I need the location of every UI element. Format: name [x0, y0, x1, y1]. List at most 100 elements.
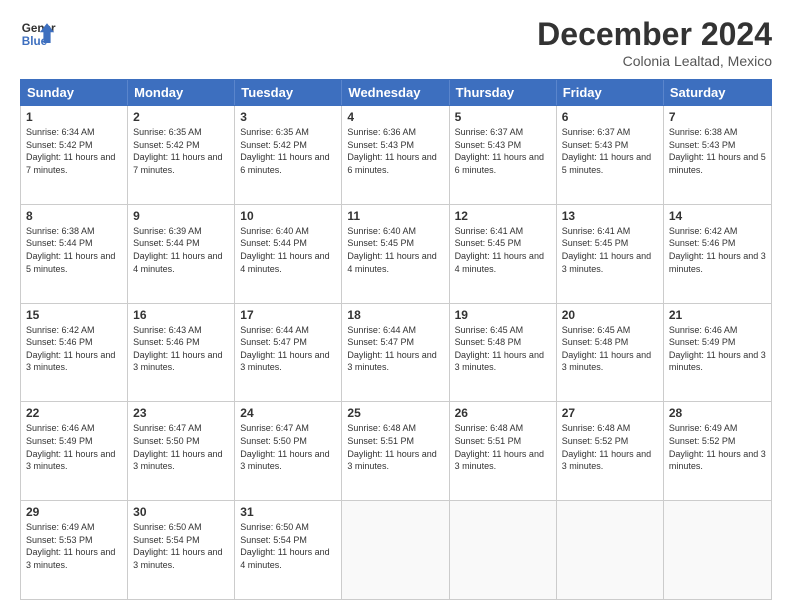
day-number: 21 — [669, 308, 766, 322]
day-cell-10: 10Sunrise: 6:40 AMSunset: 5:44 PMDayligh… — [235, 205, 342, 303]
day-of-week-wednesday: Wednesday — [342, 80, 449, 105]
day-cell-31: 31 Sunrise: 6:50 AMSunset: 5:54 PMDayligh… — [235, 501, 342, 599]
cell-info: Sunrise: 6:42 AMSunset: 5:46 PMDaylight:… — [669, 225, 766, 275]
cell-info: Sunrise: 6:48 AMSunset: 5:51 PMDaylight:… — [347, 422, 443, 472]
day-number: 7 — [669, 110, 766, 124]
day-cell-13: 13 Sunrise: 6:41 AMSunset: 5:45 PMDayligh… — [557, 205, 664, 303]
day-number: 6 — [562, 110, 658, 124]
day-number: 25 — [347, 406, 443, 420]
day-number: 19 — [455, 308, 551, 322]
calendar: SundayMondayTuesdayWednesdayThursdayFrid… — [20, 79, 772, 600]
day-cell-5: 5 Sunrise: 6:37 AMSunset: 5:43 PMDaylight… — [450, 106, 557, 204]
calendar-body: 1 Sunrise: 6:34 AMSunset: 5:42 PMDaylight… — [20, 106, 772, 600]
week-row-1: 1 Sunrise: 6:34 AMSunset: 5:42 PMDaylight… — [21, 106, 771, 205]
day-number: 30 — [133, 505, 229, 519]
day-cell-11: 11Sunrise: 6:40 AMSunset: 5:45 PMDayligh… — [342, 205, 449, 303]
cell-info: Sunrise: 6:42 AMSunset: 5:46 PMDaylight:… — [26, 324, 122, 374]
day-cell-30: 30 Sunrise: 6:50 AMSunset: 5:54 PMDayligh… — [128, 501, 235, 599]
empty-cell — [664, 501, 771, 599]
day-cell-15: 15 Sunrise: 6:42 AMSunset: 5:46 PMDayligh… — [21, 304, 128, 402]
cell-info: Sunrise: 6:35 AMSunset: 5:42 PMDaylight:… — [240, 126, 336, 176]
day-cell-6: 6 Sunrise: 6:37 AMSunset: 5:43 PMDaylight… — [557, 106, 664, 204]
day-cell-25: 25 Sunrise: 6:48 AMSunset: 5:51 PMDayligh… — [342, 402, 449, 500]
day-cell-17: 17Sunrise: 6:44 AMSunset: 5:47 PMDayligh… — [235, 304, 342, 402]
day-cell-16: 16 Sunrise: 6:43 AMSunset: 5:46 PMDayligh… — [128, 304, 235, 402]
day-number: 27 — [562, 406, 658, 420]
day-cell-23: 23Sunrise: 6:47 AMSunset: 5:50 PMDayligh… — [128, 402, 235, 500]
calendar-header: SundayMondayTuesdayWednesdayThursdayFrid… — [20, 79, 772, 106]
cell-info: Sunrise: 6:46 AMSunset: 5:49 PMDaylight:… — [26, 422, 122, 472]
month-title: December 2024 — [537, 16, 772, 53]
day-number: 31 — [240, 505, 336, 519]
week-row-4: 22 Sunrise: 6:46 AMSunset: 5:49 PMDayligh… — [21, 402, 771, 501]
cell-info: Sunrise: 6:48 AMSunset: 5:51 PMDaylight:… — [455, 422, 551, 472]
day-number: 9 — [133, 209, 229, 223]
cell-info: Sunrise: 6:37 AMSunset: 5:43 PMDaylight:… — [562, 126, 658, 176]
day-cell-28: 28Sunrise: 6:49 AMSunset: 5:52 PMDayligh… — [664, 402, 771, 500]
cell-info: Sunrise: 6:41 AMSunset: 5:45 PMDaylight:… — [562, 225, 658, 275]
day-number: 18 — [347, 308, 443, 322]
day-number: 13 — [562, 209, 658, 223]
cell-info: Sunrise: 6:49 AMSunset: 5:53 PMDaylight:… — [26, 521, 122, 571]
week-row-2: 8Sunrise: 6:38 AMSunset: 5:44 PMDaylight… — [21, 205, 771, 304]
empty-cell — [557, 501, 664, 599]
empty-cell — [450, 501, 557, 599]
day-cell-14: 14 Sunrise: 6:42 AMSunset: 5:46 PMDayligh… — [664, 205, 771, 303]
day-number: 16 — [133, 308, 229, 322]
cell-info: Sunrise: 6:37 AMSunset: 5:43 PMDaylight:… — [455, 126, 551, 176]
day-cell-19: 19 Sunrise: 6:45 AMSunset: 5:48 PMDayligh… — [450, 304, 557, 402]
title-block: December 2024 Colonia Lealtad, Mexico — [537, 16, 772, 69]
day-cell-24: 24 Sunrise: 6:47 AMSunset: 5:50 PMDayligh… — [235, 402, 342, 500]
day-number: 22 — [26, 406, 122, 420]
day-cell-1: 1 Sunrise: 6:34 AMSunset: 5:42 PMDaylight… — [21, 106, 128, 204]
day-number: 10 — [240, 209, 336, 223]
cell-info: Sunrise: 6:36 AMSunset: 5:43 PMDaylight:… — [347, 126, 443, 176]
cell-info: Sunrise: 6:44 AMSunset: 5:47 PMDaylight:… — [240, 324, 336, 374]
day-of-week-sunday: Sunday — [21, 80, 128, 105]
cell-info: Sunrise: 6:50 AMSunset: 5:54 PMDaylight:… — [240, 521, 336, 571]
day-cell-27: 27 Sunrise: 6:48 AMSunset: 5:52 PMDayligh… — [557, 402, 664, 500]
day-number: 4 — [347, 110, 443, 124]
cell-info: Sunrise: 6:41 AMSunset: 5:45 PMDaylight:… — [455, 225, 551, 275]
page: General Blue December 2024 Colonia Lealt… — [0, 0, 792, 612]
day-cell-9: 9 Sunrise: 6:39 AMSunset: 5:44 PMDaylight… — [128, 205, 235, 303]
day-number: 28 — [669, 406, 766, 420]
week-row-3: 15 Sunrise: 6:42 AMSunset: 5:46 PMDayligh… — [21, 304, 771, 403]
cell-info: Sunrise: 6:47 AMSunset: 5:50 PMDaylight:… — [240, 422, 336, 472]
day-of-week-thursday: Thursday — [450, 80, 557, 105]
cell-info: Sunrise: 6:44 AMSunset: 5:47 PMDaylight:… — [347, 324, 443, 374]
cell-info: Sunrise: 6:34 AMSunset: 5:42 PMDaylight:… — [26, 126, 122, 176]
day-cell-26: 26Sunrise: 6:48 AMSunset: 5:51 PMDayligh… — [450, 402, 557, 500]
cell-info: Sunrise: 6:45 AMSunset: 5:48 PMDaylight:… — [455, 324, 551, 374]
cell-info: Sunrise: 6:35 AMSunset: 5:42 PMDaylight:… — [133, 126, 229, 176]
day-number: 20 — [562, 308, 658, 322]
day-number: 12 — [455, 209, 551, 223]
cell-info: Sunrise: 6:45 AMSunset: 5:48 PMDaylight:… — [562, 324, 658, 374]
day-cell-21: 21 Sunrise: 6:46 AMSunset: 5:49 PMDayligh… — [664, 304, 771, 402]
cell-info: Sunrise: 6:48 AMSunset: 5:52 PMDaylight:… — [562, 422, 658, 472]
day-number: 15 — [26, 308, 122, 322]
cell-info: Sunrise: 6:39 AMSunset: 5:44 PMDaylight:… — [133, 225, 229, 275]
logo-icon: General Blue — [20, 16, 56, 52]
day-number: 14 — [669, 209, 766, 223]
logo: General Blue — [20, 16, 56, 52]
day-of-week-tuesday: Tuesday — [235, 80, 342, 105]
week-row-5: 29Sunrise: 6:49 AMSunset: 5:53 PMDayligh… — [21, 501, 771, 599]
day-cell-7: 7 Sunrise: 6:38 AMSunset: 5:43 PMDaylight… — [664, 106, 771, 204]
location: Colonia Lealtad, Mexico — [537, 53, 772, 69]
day-number: 3 — [240, 110, 336, 124]
cell-info: Sunrise: 6:43 AMSunset: 5:46 PMDaylight:… — [133, 324, 229, 374]
cell-info: Sunrise: 6:46 AMSunset: 5:49 PMDaylight:… — [669, 324, 766, 374]
day-number: 5 — [455, 110, 551, 124]
cell-info: Sunrise: 6:47 AMSunset: 5:50 PMDaylight:… — [133, 422, 229, 472]
day-cell-29: 29Sunrise: 6:49 AMSunset: 5:53 PMDayligh… — [21, 501, 128, 599]
day-number: 1 — [26, 110, 122, 124]
cell-info: Sunrise: 6:38 AMSunset: 5:43 PMDaylight:… — [669, 126, 766, 176]
cell-info: Sunrise: 6:38 AMSunset: 5:44 PMDaylight:… — [26, 225, 122, 275]
day-number: 24 — [240, 406, 336, 420]
day-cell-20: 20 Sunrise: 6:45 AMSunset: 5:48 PMDayligh… — [557, 304, 664, 402]
cell-info: Sunrise: 6:50 AMSunset: 5:54 PMDaylight:… — [133, 521, 229, 571]
day-cell-12: 12 Sunrise: 6:41 AMSunset: 5:45 PMDayligh… — [450, 205, 557, 303]
day-cell-4: 4 Sunrise: 6:36 AMSunset: 5:43 PMDaylight… — [342, 106, 449, 204]
empty-cell — [342, 501, 449, 599]
